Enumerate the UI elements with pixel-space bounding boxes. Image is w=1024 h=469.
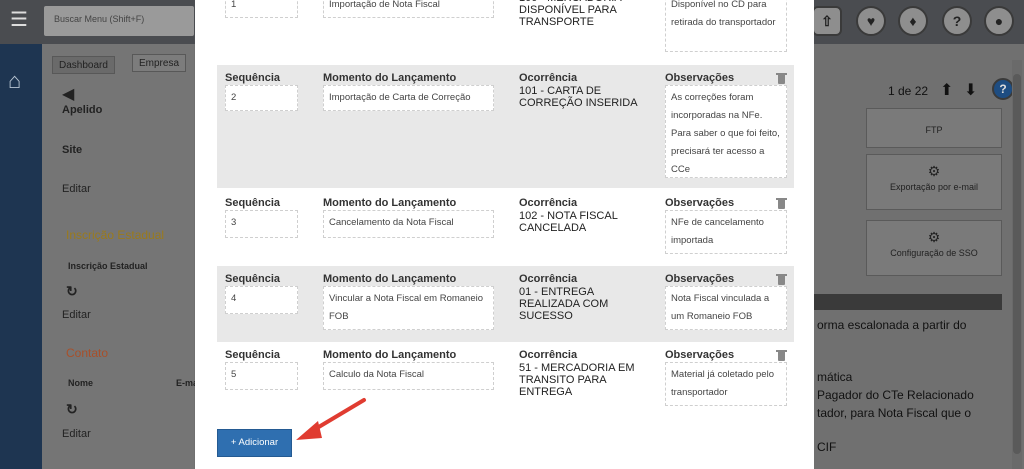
page-scrollbar[interactable] — [1012, 60, 1022, 469]
editar-link-2[interactable]: Editar — [62, 309, 91, 321]
ocorrencia-text: 51 - MERCADORIA EM TRANSITO PARA ENTREGA — [519, 362, 635, 398]
seq-label: Sequência — [225, 273, 281, 285]
table-row: Sequência Momento do Lançamento Ocorrênc… — [217, 190, 794, 266]
trash-icon[interactable] — [776, 72, 787, 84]
sso-label: Configuração de SSO — [890, 248, 978, 258]
momento-field[interactable]: Vincular a Nota Fiscal em Romaneio FOB — [323, 286, 494, 330]
trash-icon[interactable] — [776, 273, 787, 285]
seq-field[interactable]: 2 — [225, 85, 298, 111]
tab-dashboard[interactable]: Dashboard — [52, 56, 115, 74]
info-help-icon[interactable]: ? — [992, 78, 1014, 100]
arrow-down-icon[interactable]: ⬇ — [964, 80, 977, 100]
momento-label: Momento do Lançamento — [323, 197, 457, 209]
right-line-1: orma escalonada a partir do — [817, 318, 967, 332]
heartbeat-icon[interactable]: ♥ — [856, 6, 886, 36]
ocorrencia-label: Ocorrência — [519, 72, 578, 84]
right-line-5: CIF — [817, 440, 837, 454]
bell-icon[interactable]: ♦ — [898, 6, 928, 36]
ocorrencia-text: 102 - NOTA FISCAL CANCELADA — [519, 210, 618, 234]
inscricao-col: Inscrição Estadual — [68, 261, 148, 271]
momento-field[interactable]: Calculo da Nota Fiscal — [323, 362, 494, 390]
back-arrow-icon[interactable]: ◀ — [62, 84, 74, 104]
momento-field[interactable]: Cancelamento da Nota Fiscal — [323, 210, 494, 238]
contato-header: Contato — [66, 346, 109, 360]
momento-field[interactable]: Importação de Nota Fiscal — [323, 0, 494, 18]
seq-label: Sequência — [225, 349, 281, 361]
add-button[interactable]: + Adicionar — [217, 429, 292, 457]
table-row: 1 Importação de Nota Fiscal 100 - MERCAD… — [217, 0, 794, 56]
momento-field[interactable]: Importação de Carta de Correção — [323, 85, 494, 111]
table-row: Sequência Momento do Lançamento Ocorrênc… — [217, 65, 794, 188]
site-label: Site — [62, 144, 83, 156]
obs-field[interactable]: As correções foram incorporadas na NFe. … — [665, 85, 787, 178]
ocorrencia-label: Ocorrência — [519, 197, 578, 209]
occurrence-modal: 1 Importação de Nota Fiscal 100 - MERCAD… — [195, 0, 814, 469]
editar-link-3[interactable]: Editar — [62, 428, 91, 440]
seq-field[interactable]: 5 — [225, 362, 298, 390]
pager-text: 1 de 22 — [888, 84, 929, 98]
right-line-3: Pagador do CTe Relacionado — [817, 388, 974, 402]
home-icon[interactable]: ⌂ — [8, 68, 21, 94]
export-email-card[interactable]: ⚙ Exportação por e-mail — [866, 154, 1002, 210]
export-icon[interactable]: ⇧ — [812, 6, 842, 36]
menu-search-input[interactable]: Buscar Menu (Shift+F) — [44, 6, 194, 36]
table-row: Sequência Momento do Lançamento Ocorrênc… — [217, 342, 794, 418]
obs-label: Observações — [665, 349, 735, 361]
seq-label: Sequência — [225, 197, 281, 209]
ftp-label: FTP — [925, 125, 943, 135]
ftp-card[interactable]: FTP — [866, 108, 1002, 148]
momento-label: Momento do Lançamento — [323, 72, 457, 84]
right-line-4: tador, para Nota Fiscal que o — [817, 406, 972, 420]
ocorrencia-text: 101 - CARTA DE CORREÇÃO INSERIDA — [519, 85, 638, 109]
momento-label: Momento do Lançamento — [323, 273, 457, 285]
ocorrencia-label: Ocorrência — [519, 349, 578, 361]
obs-label: Observações — [665, 72, 735, 84]
inscricao-header: Inscrição Estadual — [66, 228, 165, 242]
obs-label: Observações — [665, 197, 735, 209]
hamburger-menu-icon[interactable]: ☰ — [10, 10, 30, 30]
ocorrencia-text: 100 - MERCADORIA DISPONÍVEL PARA TRANSPO… — [519, 0, 621, 28]
arrow-up-icon[interactable]: ⬆ — [940, 80, 953, 100]
trash-icon[interactable] — [776, 349, 787, 361]
seq-label: Sequência — [225, 72, 281, 84]
momento-label: Momento do Lançamento — [323, 349, 457, 361]
gear-icon: ⚙ — [927, 163, 941, 179]
right-dark-header — [814, 294, 1002, 310]
seq-field[interactable]: 3 — [225, 210, 298, 238]
apelido-label: Apelido — [62, 104, 103, 116]
obs-field[interactable]: NFe de cancelamento importada — [665, 210, 787, 254]
obs-field[interactable]: Disponível no CD para retirada do transp… — [665, 0, 787, 52]
seq-field[interactable]: 4 — [225, 286, 298, 314]
seq-field[interactable]: 1 — [225, 0, 298, 18]
help-icon[interactable]: ? — [942, 6, 972, 36]
sso-card[interactable]: ⚙ Configuração de SSO — [866, 220, 1002, 276]
tab-empresa[interactable]: Empresa — [132, 54, 187, 72]
obs-label: Observações — [665, 273, 735, 285]
user-avatar-icon[interactable]: ● — [984, 6, 1014, 36]
editar-link-1[interactable]: Editar — [62, 183, 91, 195]
refresh-icon[interactable]: ↻ — [66, 283, 78, 300]
trash-icon[interactable] — [776, 197, 787, 209]
table-row: Sequência Momento do Lançamento Ocorrênc… — [217, 266, 794, 342]
ocorrencia-text: 01 - ENTREGA REALIZADA COM SUCESSO — [519, 286, 609, 322]
right-line-2: mática — [817, 370, 853, 384]
nome-col: Nome — [68, 378, 94, 388]
obs-field[interactable]: Material já coletado pelo transportador — [665, 362, 787, 406]
gear-icon-2: ⚙ — [927, 229, 941, 245]
ocorrencia-label: Ocorrência — [519, 273, 578, 285]
refresh-icon-2[interactable]: ↻ — [66, 401, 78, 418]
obs-field[interactable]: Nota Fiscal vinculada a um Romaneio FOB — [665, 286, 787, 330]
side-nav: ⌂ — [0, 44, 42, 469]
export-email-label: Exportação por e-mail — [889, 182, 979, 192]
